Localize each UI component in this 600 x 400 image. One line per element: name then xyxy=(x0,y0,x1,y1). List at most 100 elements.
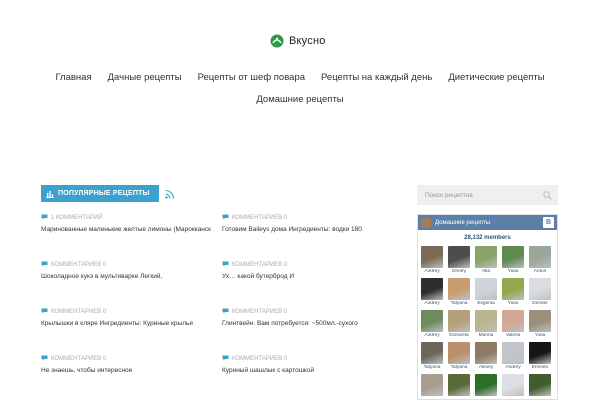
vk-member-name[interactable]: Yulia xyxy=(502,301,524,308)
vk-member-photo[interactable] xyxy=(529,278,551,300)
vk-member-photo[interactable] xyxy=(475,278,497,300)
vk-member[interactable]: Valeria xyxy=(502,310,524,340)
vk-member[interactable] xyxy=(421,374,443,399)
vk-member-photo[interactable] xyxy=(502,246,524,268)
post-title[interactable]: Ух… какой бутерброд И xyxy=(222,273,392,280)
vk-member[interactable] xyxy=(502,374,524,399)
vk-member-photo[interactable] xyxy=(502,374,524,396)
vk-member-name[interactable]: Alexey xyxy=(475,365,497,372)
post-item[interactable]: КОММЕНТАРИЕВ 0 Шоколадное кукэ в мультив… xyxy=(41,261,211,280)
post-item[interactable]: КОММЕНТАРИЕВ 0 Крылышки в кляре Ингредие… xyxy=(41,308,211,327)
post-item[interactable]: КОММЕНТАРИЕВ 0 Ух… какой бутерброд И xyxy=(222,261,392,280)
vk-member-name[interactable]: Evgenia xyxy=(475,301,497,308)
vk-member-photo[interactable] xyxy=(448,310,470,332)
vk-group-name[interactable]: Домашние рецепты xyxy=(435,220,539,226)
vk-member[interactable]: Alexey xyxy=(475,342,497,372)
vk-member-name[interactable]: Ernesto xyxy=(529,365,551,372)
post-item[interactable]: КОММЕНТАРИЕВ 0 Куриный шашлык с картошко… xyxy=(222,355,392,374)
vk-member-name[interactable]: Andrey xyxy=(421,301,443,308)
vk-member-name[interactable]: Valeria xyxy=(502,333,524,340)
vk-member-photo[interactable] xyxy=(475,310,497,332)
post-item[interactable]: 1 КОММЕНТАРИЙ Маринованные маленькие жел… xyxy=(41,214,211,233)
vk-member-photo[interactable] xyxy=(502,310,524,332)
vk-member-photo[interactable] xyxy=(421,310,443,332)
vk-member-photo[interactable] xyxy=(529,342,551,364)
post-title[interactable]: Крылышки в кляре Ингредиенты: Куриные кр… xyxy=(41,320,211,327)
vk-member[interactable]: Yulia xyxy=(502,246,524,276)
vk-member-name[interactable]: Yulia xyxy=(529,333,551,340)
nav-item-home-recipes[interactable]: Домашние рецепты xyxy=(256,94,343,105)
vk-group-avatar[interactable] xyxy=(421,217,431,228)
vk-member-photo[interactable] xyxy=(421,342,443,364)
vk-member-photo[interactable] xyxy=(502,342,524,364)
post-item[interactable]: КОММЕНТАРИЕВ 0 Готовим Baileys дома Ингр… xyxy=(222,214,392,233)
post-title[interactable]: Маринованные маленькие желтые лимоны (Ма… xyxy=(41,226,211,233)
post-title[interactable]: Глинтвейн. Вам потребуется: ~500мл.-сухо… xyxy=(222,320,392,327)
vk-member-photo[interactable] xyxy=(421,246,443,268)
vk-logo-icon[interactable]: B xyxy=(543,217,554,228)
vk-member[interactable]: Dmitry xyxy=(448,246,470,276)
vk-member[interactable]: Andrey xyxy=(502,342,524,372)
vk-member[interactable] xyxy=(529,374,551,399)
vk-member[interactable]: Alla xyxy=(475,246,497,276)
vk-member[interactable]: Andrey xyxy=(421,246,443,276)
nav-item-home[interactable]: Главная xyxy=(55,72,91,83)
vk-member-photo[interactable] xyxy=(475,374,497,396)
vk-member[interactable] xyxy=(448,374,470,399)
vk-member[interactable]: Denser xyxy=(529,278,551,308)
nav-item-everyday[interactable]: Рецепты на каждый день xyxy=(321,72,432,83)
vk-member[interactable]: Ernesto xyxy=(529,342,551,372)
vk-member-name[interactable]: Tatyana xyxy=(448,301,470,308)
site-logo[interactable]: Вкусно xyxy=(270,34,326,48)
vk-member-photo[interactable] xyxy=(475,342,497,364)
nav-item-dacha[interactable]: Дачные рецепты xyxy=(108,72,182,83)
vk-member-name[interactable]: Andrey xyxy=(502,365,524,372)
vk-member-photo[interactable] xyxy=(448,374,470,396)
vk-member[interactable]: Tatyana xyxy=(448,342,470,372)
vk-member-photo[interactable] xyxy=(448,246,470,268)
vk-member-photo[interactable] xyxy=(502,278,524,300)
vk-member[interactable]: Anton xyxy=(529,246,551,276)
vk-member[interactable] xyxy=(475,374,497,399)
vk-member[interactable]: Andrey xyxy=(421,278,443,308)
vk-member-photo[interactable] xyxy=(421,278,443,300)
vk-member-photo[interactable] xyxy=(529,374,551,396)
post-title[interactable]: Шоколадное кукэ в мультиварке Легкий, xyxy=(41,273,211,280)
rss-icon[interactable] xyxy=(164,189,175,199)
post-title[interactable]: Не знаешь, чтобы интересное xyxy=(41,367,211,374)
vk-member[interactable]: Evgenia xyxy=(475,278,497,308)
search-icon[interactable] xyxy=(543,190,552,200)
vk-member-name[interactable]: Elizaveta xyxy=(448,333,470,340)
search-input[interactable]: Поиск рецептов xyxy=(425,192,473,199)
vk-member-photo[interactable] xyxy=(529,246,551,268)
post-title[interactable]: Готовим Baileys дома Ингредиенты: водки … xyxy=(222,226,392,233)
vk-member-name[interactable]: Tatyana xyxy=(421,365,443,372)
vk-member-name[interactable]: Yulia xyxy=(502,269,524,276)
vk-member-name[interactable]: Marina xyxy=(475,333,497,340)
vk-member-photo[interactable] xyxy=(421,374,443,396)
vk-member-photo[interactable] xyxy=(448,342,470,364)
vk-member-name[interactable]: Anton xyxy=(529,269,551,276)
post-title[interactable]: Куриный шашлык с картошкой xyxy=(222,367,392,374)
vk-member-name[interactable]: Denser xyxy=(529,301,551,308)
vk-member-photo[interactable] xyxy=(529,310,551,332)
nav-item-diet[interactable]: Диетические рецепты xyxy=(448,72,544,83)
vk-member[interactable]: Yulia xyxy=(529,310,551,340)
vk-member[interactable]: Andrey xyxy=(421,310,443,340)
vk-member-name[interactable]: Dmitry xyxy=(448,269,470,276)
vk-member[interactable]: Tatyana xyxy=(448,278,470,308)
vk-member-photo[interactable] xyxy=(475,246,497,268)
post-item[interactable]: КОММЕНТАРИЕВ 0 Глинтвейн. Вам потребуетс… xyxy=(222,308,392,327)
search-box[interactable]: Поиск рецептов xyxy=(417,185,558,205)
vk-member-photo[interactable] xyxy=(448,278,470,300)
nav-item-chef[interactable]: Рецепты от шеф повара xyxy=(198,72,305,83)
vk-member[interactable]: Marina xyxy=(475,310,497,340)
vk-header[interactable]: Домашние рецепты B xyxy=(418,215,557,230)
vk-member-name[interactable]: Tatyana xyxy=(448,365,470,372)
post-item[interactable]: КОММЕНТАРИЕВ 0 Не знаешь, чтобы интересн… xyxy=(41,355,211,374)
vk-member[interactable]: Yulia xyxy=(502,278,524,308)
vk-member-name[interactable]: Alla xyxy=(475,269,497,276)
vk-member-name[interactable]: Andrey xyxy=(421,269,443,276)
vk-member-name[interactable]: Andrey xyxy=(421,333,443,340)
vk-member[interactable]: Elizaveta xyxy=(448,310,470,340)
